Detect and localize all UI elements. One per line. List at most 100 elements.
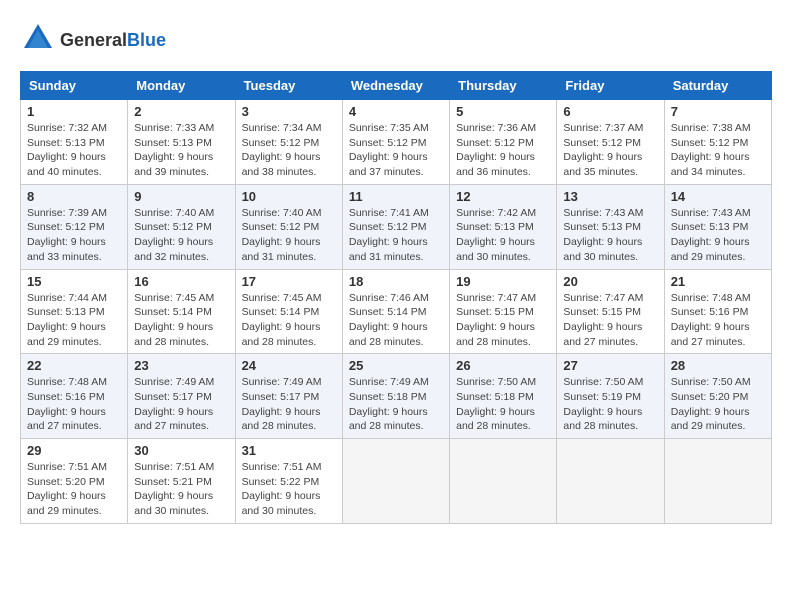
sunrise-label: Sunrise: 7:39 AM [27, 207, 107, 219]
day-info: Sunrise: 7:50 AM Sunset: 5:18 PM Dayligh… [456, 375, 550, 434]
day-number: 25 [349, 358, 443, 373]
day-number: 4 [349, 104, 443, 119]
day-info: Sunrise: 7:36 AM Sunset: 5:12 PM Dayligh… [456, 121, 550, 180]
calendar-week-row: 15 Sunrise: 7:44 AM Sunset: 5:13 PM Dayl… [21, 269, 772, 354]
calendar-cell: 14 Sunrise: 7:43 AM Sunset: 5:13 PM Dayl… [664, 184, 771, 269]
daylight-label: Daylight: 9 hours and 28 minutes. [349, 406, 428, 433]
calendar-cell: 13 Sunrise: 7:43 AM Sunset: 5:13 PM Dayl… [557, 184, 664, 269]
day-info: Sunrise: 7:40 AM Sunset: 5:12 PM Dayligh… [134, 206, 228, 265]
sunset-label: Sunset: 5:17 PM [242, 391, 320, 403]
sunrise-label: Sunrise: 7:49 AM [134, 376, 214, 388]
calendar-cell: 4 Sunrise: 7:35 AM Sunset: 5:12 PM Dayli… [342, 100, 449, 185]
daylight-label: Daylight: 9 hours and 28 minutes. [456, 321, 535, 348]
sunrise-label: Sunrise: 7:50 AM [456, 376, 536, 388]
calendar-cell: 27 Sunrise: 7:50 AM Sunset: 5:19 PM Dayl… [557, 354, 664, 439]
calendar-cell: 16 Sunrise: 7:45 AM Sunset: 5:14 PM Dayl… [128, 269, 235, 354]
logo-text-block: GeneralBlue [60, 31, 166, 51]
daylight-label: Daylight: 9 hours and 37 minutes. [349, 151, 428, 178]
daylight-label: Daylight: 9 hours and 28 minutes. [134, 321, 213, 348]
sunrise-label: Sunrise: 7:43 AM [671, 207, 751, 219]
calendar-cell: 12 Sunrise: 7:42 AM Sunset: 5:13 PM Dayl… [450, 184, 557, 269]
calendar-cell: 30 Sunrise: 7:51 AM Sunset: 5:21 PM Dayl… [128, 439, 235, 524]
day-number: 6 [563, 104, 657, 119]
daylight-label: Daylight: 9 hours and 31 minutes. [242, 236, 321, 263]
day-number: 21 [671, 274, 765, 289]
daylight-label: Daylight: 9 hours and 33 minutes. [27, 236, 106, 263]
day-number: 1 [27, 104, 121, 119]
day-info: Sunrise: 7:49 AM Sunset: 5:17 PM Dayligh… [242, 375, 336, 434]
day-info: Sunrise: 7:43 AM Sunset: 5:13 PM Dayligh… [671, 206, 765, 265]
sunrise-label: Sunrise: 7:37 AM [563, 122, 643, 134]
daylight-label: Daylight: 9 hours and 31 minutes. [349, 236, 428, 263]
calendar-cell: 18 Sunrise: 7:46 AM Sunset: 5:14 PM Dayl… [342, 269, 449, 354]
sunrise-label: Sunrise: 7:35 AM [349, 122, 429, 134]
sunrise-label: Sunrise: 7:33 AM [134, 122, 214, 134]
daylight-label: Daylight: 9 hours and 29 minutes. [27, 321, 106, 348]
calendar-cell: 26 Sunrise: 7:50 AM Sunset: 5:18 PM Dayl… [450, 354, 557, 439]
day-number: 10 [242, 189, 336, 204]
sunset-label: Sunset: 5:12 PM [27, 221, 105, 233]
daylight-label: Daylight: 9 hours and 30 minutes. [456, 236, 535, 263]
sunrise-label: Sunrise: 7:45 AM [242, 292, 322, 304]
day-number: 11 [349, 189, 443, 204]
sunrise-label: Sunrise: 7:36 AM [456, 122, 536, 134]
daylight-label: Daylight: 9 hours and 34 minutes. [671, 151, 750, 178]
sunrise-label: Sunrise: 7:45 AM [134, 292, 214, 304]
sunrise-label: Sunrise: 7:49 AM [242, 376, 322, 388]
day-info: Sunrise: 7:47 AM Sunset: 5:15 PM Dayligh… [563, 291, 657, 350]
calendar-cell: 6 Sunrise: 7:37 AM Sunset: 5:12 PM Dayli… [557, 100, 664, 185]
calendar-cell: 29 Sunrise: 7:51 AM Sunset: 5:20 PM Dayl… [21, 439, 128, 524]
calendar-cell: 28 Sunrise: 7:50 AM Sunset: 5:20 PM Dayl… [664, 354, 771, 439]
day-number: 31 [242, 443, 336, 458]
calendar-cell: 2 Sunrise: 7:33 AM Sunset: 5:13 PM Dayli… [128, 100, 235, 185]
day-info: Sunrise: 7:40 AM Sunset: 5:12 PM Dayligh… [242, 206, 336, 265]
sunrise-label: Sunrise: 7:51 AM [242, 461, 322, 473]
day-number: 24 [242, 358, 336, 373]
calendar-cell [450, 439, 557, 524]
sunset-label: Sunset: 5:12 PM [349, 137, 427, 149]
sunrise-label: Sunrise: 7:44 AM [27, 292, 107, 304]
day-number: 8 [27, 189, 121, 204]
day-info: Sunrise: 7:42 AM Sunset: 5:13 PM Dayligh… [456, 206, 550, 265]
sunset-label: Sunset: 5:14 PM [134, 306, 212, 318]
sunset-label: Sunset: 5:13 PM [671, 221, 749, 233]
day-info: Sunrise: 7:48 AM Sunset: 5:16 PM Dayligh… [671, 291, 765, 350]
sunset-label: Sunset: 5:12 PM [671, 137, 749, 149]
sunrise-label: Sunrise: 7:51 AM [27, 461, 107, 473]
day-of-week-header: Wednesday [342, 72, 449, 100]
calendar-cell: 11 Sunrise: 7:41 AM Sunset: 5:12 PM Dayl… [342, 184, 449, 269]
calendar-cell: 17 Sunrise: 7:45 AM Sunset: 5:14 PM Dayl… [235, 269, 342, 354]
calendar-cell: 7 Sunrise: 7:38 AM Sunset: 5:12 PM Dayli… [664, 100, 771, 185]
sunset-label: Sunset: 5:12 PM [456, 137, 534, 149]
day-info: Sunrise: 7:45 AM Sunset: 5:14 PM Dayligh… [134, 291, 228, 350]
day-info: Sunrise: 7:38 AM Sunset: 5:12 PM Dayligh… [671, 121, 765, 180]
sunset-label: Sunset: 5:15 PM [563, 306, 641, 318]
day-of-week-header: Tuesday [235, 72, 342, 100]
calendar-cell: 5 Sunrise: 7:36 AM Sunset: 5:12 PM Dayli… [450, 100, 557, 185]
day-number: 18 [349, 274, 443, 289]
day-number: 30 [134, 443, 228, 458]
calendar-cell: 9 Sunrise: 7:40 AM Sunset: 5:12 PM Dayli… [128, 184, 235, 269]
day-info: Sunrise: 7:35 AM Sunset: 5:12 PM Dayligh… [349, 121, 443, 180]
day-info: Sunrise: 7:37 AM Sunset: 5:12 PM Dayligh… [563, 121, 657, 180]
day-info: Sunrise: 7:49 AM Sunset: 5:18 PM Dayligh… [349, 375, 443, 434]
sunrise-label: Sunrise: 7:38 AM [671, 122, 751, 134]
sunset-label: Sunset: 5:18 PM [349, 391, 427, 403]
sunrise-label: Sunrise: 7:43 AM [563, 207, 643, 219]
sunrise-label: Sunrise: 7:34 AM [242, 122, 322, 134]
logo-icon [20, 20, 56, 61]
calendar-header-row: SundayMondayTuesdayWednesdayThursdayFrid… [21, 72, 772, 100]
calendar-cell: 31 Sunrise: 7:51 AM Sunset: 5:22 PM Dayl… [235, 439, 342, 524]
daylight-label: Daylight: 9 hours and 27 minutes. [134, 406, 213, 433]
daylight-label: Daylight: 9 hours and 27 minutes. [671, 321, 750, 348]
sunrise-label: Sunrise: 7:47 AM [456, 292, 536, 304]
sunset-label: Sunset: 5:17 PM [134, 391, 212, 403]
day-info: Sunrise: 7:44 AM Sunset: 5:13 PM Dayligh… [27, 291, 121, 350]
day-number: 23 [134, 358, 228, 373]
day-number: 29 [27, 443, 121, 458]
sunset-label: Sunset: 5:13 PM [27, 137, 105, 149]
sunset-label: Sunset: 5:22 PM [242, 476, 320, 488]
sunrise-label: Sunrise: 7:50 AM [563, 376, 643, 388]
day-info: Sunrise: 7:51 AM Sunset: 5:21 PM Dayligh… [134, 460, 228, 519]
calendar-cell: 23 Sunrise: 7:49 AM Sunset: 5:17 PM Dayl… [128, 354, 235, 439]
